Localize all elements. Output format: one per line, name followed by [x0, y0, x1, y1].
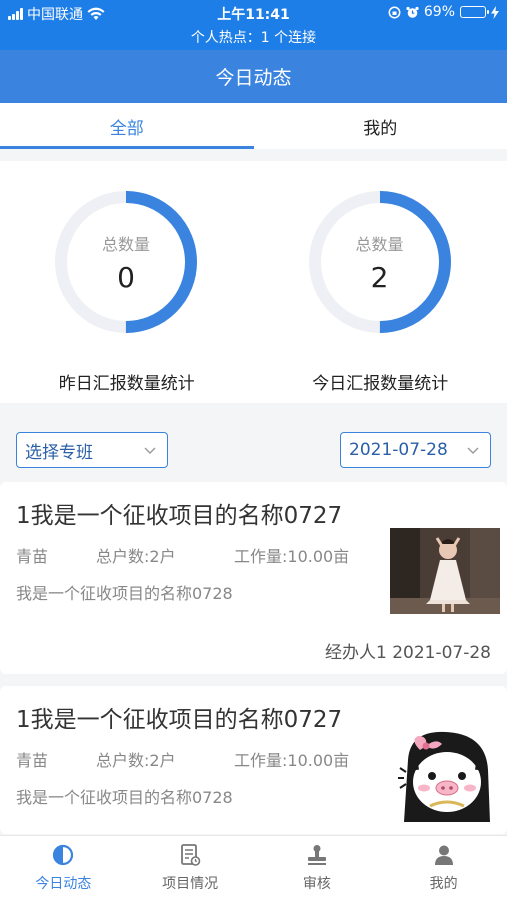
tabbar-item-review[interactable]: 审核 [254, 836, 381, 900]
hotspot-indicator[interactable]: 个人热点：1 个连接 [0, 27, 507, 47]
project-card[interactable]: 1我是一个征收项目的名称0727 青苗 总户数:2户 工作量:10.00亩 我是… [0, 686, 507, 834]
project-households: 总户数:2户 [96, 547, 176, 566]
date-select[interactable]: 2021-07-28 [340, 432, 491, 468]
project-meta: 青苗 总户数:2户 工作量:10.00亩 [16, 543, 349, 567]
tabbar-label: 审核 [302, 876, 331, 892]
tabbar-item-projects[interactable]: 项目情况 [127, 836, 254, 900]
tabbar-label: 我的 [429, 876, 458, 892]
project-card[interactable]: 1我是一个征收项目的名称0727 青苗 总户数:2户 工作量:10.00亩 我是… [0, 482, 507, 674]
project-crop: 青苗 [16, 547, 49, 566]
document-icon [181, 844, 201, 866]
tab-all[interactable]: 全部 [0, 103, 254, 149]
project-description: 我是一个征收项目的名称0728 [16, 788, 233, 807]
stat-yesterday: 总数量 0 昨日汇报数量统计 [0, 161, 254, 403]
stat-label: 总数量 [101, 234, 150, 254]
stat-caption: 今日汇报数量统计 [312, 374, 449, 394]
bottom-tab-bar: 今日动态 项目情况 审核 我的 [0, 835, 507, 900]
tabbar-label: 项目情况 [162, 876, 219, 892]
tab-all-label: 全部 [109, 118, 144, 139]
chevron-down-icon [467, 447, 479, 454]
project-title: 1我是一个征收项目的名称0727 [16, 707, 343, 733]
battery-icon [460, 6, 489, 18]
stat-caption: 昨日汇报数量统计 [58, 374, 195, 394]
tabbar-item-today[interactable]: 今日动态 [0, 836, 127, 900]
project-photo[interactable] [390, 730, 500, 822]
stat-label: 总数量 [355, 234, 404, 254]
project-workload: 工作量:10.00亩 [234, 751, 350, 770]
stamp-icon [307, 845, 326, 865]
project-crop: 青苗 [16, 751, 49, 770]
tabbar-item-mine[interactable]: 我的 [380, 836, 507, 900]
project-description: 我是一个征收项目的名称0728 [16, 584, 233, 603]
tab-bar: 全部 我的 [0, 103, 507, 149]
project-title: 1我是一个征收项目的名称0727 [16, 503, 343, 529]
charging-icon [491, 5, 499, 19]
stats-panel: 总数量 0 昨日汇报数量统计 总数量 2 今日汇报数量统计 [0, 161, 507, 403]
project-photo[interactable] [390, 528, 500, 614]
stat-value: 0 [117, 260, 135, 294]
project-households: 总户数:2户 [96, 751, 176, 770]
project-footer: 经办人1 2021-07-28 [324, 643, 491, 663]
page-title-bar: 今日动态 [0, 50, 507, 103]
date-select-value: 2021-07-28 [349, 440, 448, 460]
project-meta: 青苗 总户数:2户 工作量:10.00亩 [16, 747, 349, 771]
project-workload: 工作量:10.00亩 [234, 547, 350, 566]
filter-row: 选择专班 2021-07-28 [0, 417, 507, 481]
class-select[interactable]: 选择专班 [16, 432, 168, 468]
alarm-icon [406, 6, 419, 18]
pie-chart-icon [53, 844, 74, 866]
status-bar: 中国联通 上午11:41 69% 个人热点：1 个连接 [0, 0, 507, 50]
class-select-value: 选择专班 [25, 442, 93, 463]
tabbar-label: 今日动态 [35, 876, 92, 892]
stat-today: 总数量 2 今日汇报数量统计 [254, 161, 507, 403]
rotation-lock-icon [388, 6, 401, 18]
tab-mine[interactable]: 我的 [254, 103, 507, 149]
page-title: 今日动态 [215, 67, 292, 89]
tab-mine-label: 我的 [363, 118, 398, 139]
stat-value: 2 [370, 260, 389, 294]
user-icon [434, 845, 453, 865]
battery-percent: 69% [423, 4, 455, 20]
chevron-down-icon [144, 447, 156, 454]
